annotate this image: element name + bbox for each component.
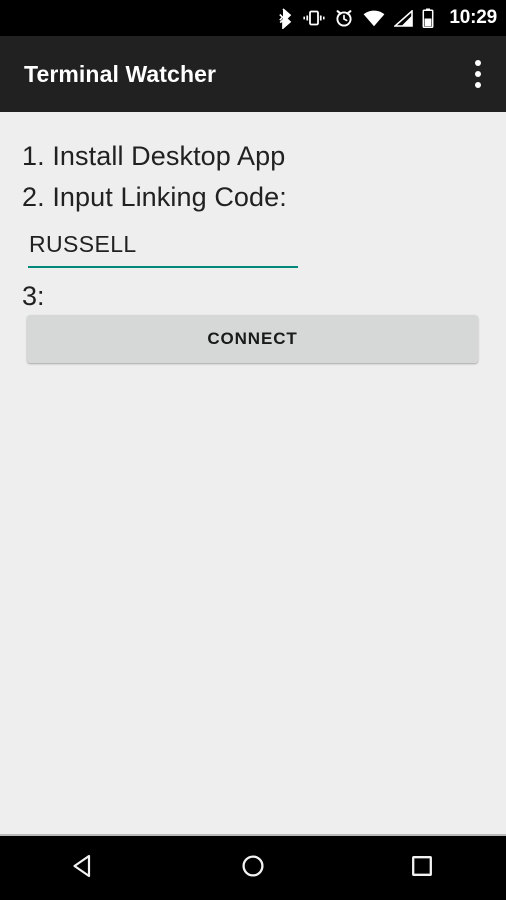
- back-triangle-icon: [70, 852, 98, 885]
- vibrate-icon: [303, 9, 325, 27]
- bluetooth-icon: [279, 7, 294, 30]
- nav-home-button[interactable]: [169, 836, 338, 900]
- nav-bar: [0, 836, 506, 900]
- linking-code-input[interactable]: [28, 226, 298, 268]
- step-1-label: 1. Install Desktop App: [22, 141, 286, 171]
- nav-recents-button[interactable]: [337, 836, 506, 900]
- app-bar: Terminal Watcher: [0, 36, 506, 112]
- page-title: Terminal Watcher: [24, 60, 217, 87]
- overflow-dot: [475, 71, 481, 77]
- cellular-signal-icon: [393, 8, 414, 27]
- status-bar: 10:29: [0, 0, 506, 36]
- status-icon-tray: 10:29: [279, 0, 497, 36]
- recents-square-icon: [408, 852, 436, 885]
- overflow-menu-icon[interactable]: [450, 36, 506, 112]
- alarm-clock-icon: [334, 8, 354, 28]
- nav-back-button[interactable]: [0, 836, 169, 900]
- battery-icon: [422, 8, 434, 29]
- home-circle-icon: [239, 852, 267, 885]
- main-content: 1. Install Desktop App 2. Input Linking …: [0, 112, 506, 836]
- wifi-icon: [363, 10, 385, 27]
- step-2-label: 2. Input Linking Code:: [22, 182, 287, 212]
- step-3-label: 3:: [22, 281, 45, 311]
- connect-button[interactable]: CONNECT: [27, 315, 478, 363]
- overflow-dot: [475, 82, 481, 88]
- overflow-dot: [475, 60, 481, 66]
- status-bar-clock: 10:29: [449, 7, 497, 28]
- phone-screen: 10:29 Terminal Watcher 1. Install Deskto…: [0, 0, 506, 900]
